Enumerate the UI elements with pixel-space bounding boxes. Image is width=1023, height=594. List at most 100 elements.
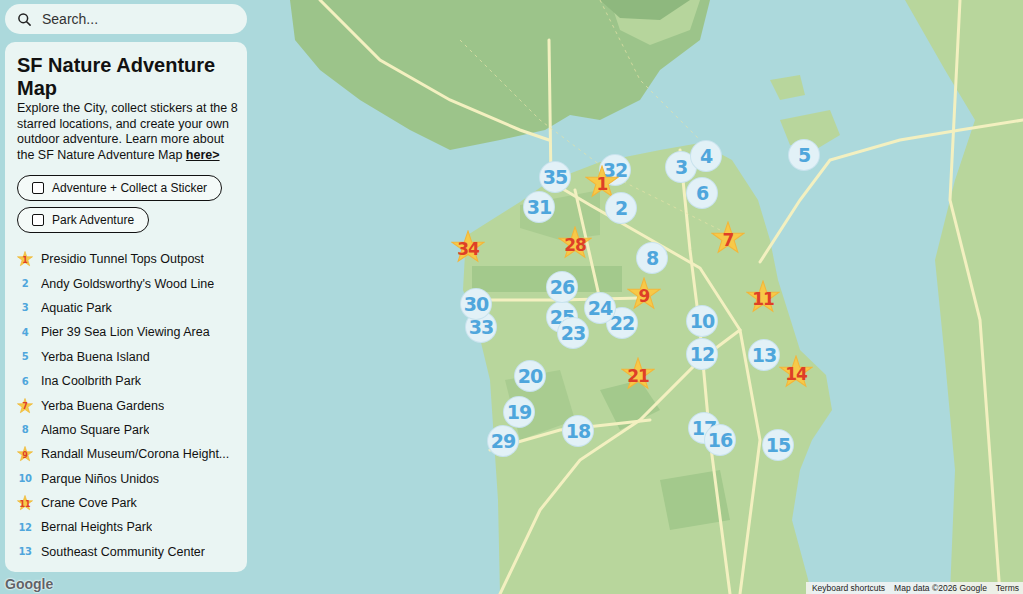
pin-label[interactable]: 13 xyxy=(749,340,779,370)
checkbox[interactable] xyxy=(32,182,44,194)
pin-label[interactable]: 26 xyxy=(547,272,577,302)
map-pin[interactable]: 19 xyxy=(504,397,534,427)
learn-more-link[interactable]: here> xyxy=(186,148,220,162)
pin-label[interactable]: 15 xyxy=(763,430,793,460)
pin-label[interactable]: 31 xyxy=(524,192,554,222)
location-name: Yerba Buena Island xyxy=(41,350,150,364)
map-pin[interactable]: 26 xyxy=(547,272,577,302)
map-pin[interactable]: 23 xyxy=(558,318,588,348)
pin-label[interactable]: 20 xyxy=(515,361,545,391)
map-pin[interactable]: 12 xyxy=(687,339,717,369)
star-pin[interactable]: 21 xyxy=(621,357,655,391)
map-pin[interactable]: 18 xyxy=(563,416,593,446)
star-pin[interactable]: 11 xyxy=(746,280,780,314)
checkbox[interactable] xyxy=(32,214,44,226)
number-icon: 4 xyxy=(17,324,33,340)
pin-label[interactable]: 10 xyxy=(687,306,717,336)
left-column: SF Nature Adventure MapExplore the City,… xyxy=(5,4,247,572)
number-icon: 6 xyxy=(17,373,33,389)
pin-label: 14 xyxy=(785,364,807,384)
map-pin[interactable]: 29 xyxy=(488,426,518,456)
pin-label[interactable]: 29 xyxy=(488,426,518,456)
map-pin[interactable]: 8 xyxy=(637,243,667,273)
location-item[interactable]: 11Crane Cove Park xyxy=(17,491,239,515)
map-pin[interactable]: 13 xyxy=(749,340,779,370)
star-map-pin[interactable]: 9 xyxy=(627,277,661,311)
pin-label[interactable]: 12 xyxy=(687,339,717,369)
pin-label[interactable]: 23 xyxy=(558,318,588,348)
location-item[interactable]: 7Yerba Buena Gardens xyxy=(17,393,239,417)
location-name: Alamo Square Park xyxy=(41,423,149,437)
item-number: 6 xyxy=(22,376,28,387)
map-pin[interactable]: 10 xyxy=(687,306,717,336)
map-pin[interactable]: 31 xyxy=(524,192,554,222)
map-pin[interactable]: 35 xyxy=(540,162,570,192)
location-item[interactable]: 6Ina Coolbrith Park xyxy=(17,369,239,393)
map-pin[interactable]: 2 xyxy=(606,193,636,223)
star-pin[interactable]: 28 xyxy=(558,226,592,260)
star-map-pin[interactable]: 14 xyxy=(779,355,813,389)
pin-label[interactable]: 2 xyxy=(606,193,636,223)
map-pin[interactable]: 20 xyxy=(515,361,545,391)
star-map-pin[interactable]: 11 xyxy=(746,280,780,314)
pin-label[interactable]: 16 xyxy=(705,425,735,455)
pin-label[interactable]: 19 xyxy=(504,397,534,427)
pin-label[interactable]: 4 xyxy=(691,141,721,171)
star-pin[interactable]: 34 xyxy=(451,230,485,264)
pin-label: 28 xyxy=(564,235,586,255)
sidebar-panel: SF Nature Adventure MapExplore the City,… xyxy=(5,42,247,572)
number-icon: 3 xyxy=(17,300,33,316)
map-pin[interactable]: 6 xyxy=(687,178,717,208)
location-item[interactable]: 3Aquatic Park xyxy=(17,296,239,320)
location-item[interactable]: 12 Bernal Heights Park xyxy=(17,515,239,539)
location-item[interactable]: 4 Pier 39 Sea Lion Viewing Area xyxy=(17,320,239,344)
filter-button[interactable]: Park Adventure xyxy=(17,207,149,233)
item-number: 8 xyxy=(22,424,28,435)
map-pin[interactable]: 4 xyxy=(691,141,721,171)
star-map-pin[interactable]: 34 xyxy=(451,230,485,264)
star-pin[interactable]: 7 xyxy=(711,221,745,255)
location-item[interactable]: 8 Alamo Square Park xyxy=(17,418,239,442)
star-map-pin[interactable]: 28 xyxy=(558,226,592,260)
map-pin[interactable]: 16 xyxy=(705,425,735,455)
number-icon: 13 xyxy=(17,544,33,560)
star-icon: 7 xyxy=(17,398,33,414)
star-map-pin[interactable]: 21 xyxy=(621,357,655,391)
item-number: 3 xyxy=(22,302,28,313)
location-item[interactable]: 9Randall Museum/Corona Height... xyxy=(17,442,239,466)
pin-label[interactable]: 18 xyxy=(563,416,593,446)
item-number: 5 xyxy=(22,351,28,362)
location-name: Presidio Tunnel Tops Outpost xyxy=(41,252,204,266)
attribution-link[interactable]: Map data ©2026 Google xyxy=(894,583,987,593)
item-number: 11 xyxy=(19,500,30,509)
search-box[interactable] xyxy=(5,4,247,34)
map-pin[interactable]: 30 xyxy=(461,289,491,319)
attribution-link[interactable]: Terms xyxy=(996,583,1019,593)
pin-label[interactable]: 8 xyxy=(637,243,667,273)
location-item[interactable]: 5 Yerba Buena Island xyxy=(17,345,239,369)
pin-label[interactable]: 6 xyxy=(687,178,717,208)
location-list: 1Presidio Tunnel Tops Outpost2Andy Golds… xyxy=(17,247,239,564)
star-pin[interactable]: 14 xyxy=(779,355,813,389)
location-item[interactable]: 10Parque Niños Unidos xyxy=(17,467,239,491)
star-map-pin[interactable]: 7 xyxy=(711,221,745,255)
location-name: Bernal Heights Park xyxy=(41,520,152,534)
search-input[interactable] xyxy=(40,10,235,28)
star-icon: 11 xyxy=(17,495,33,511)
pin-label[interactable]: 30 xyxy=(461,289,491,319)
pin-label[interactable]: 5 xyxy=(789,140,819,170)
star-pin[interactable]: 9 xyxy=(627,277,661,311)
location-item[interactable]: 2Andy Goldsworthy's Wood Line xyxy=(17,271,239,295)
location-item[interactable]: 13Southeast Community Center xyxy=(17,540,239,564)
number-icon: 12 xyxy=(17,519,33,535)
location-item[interactable]: 1Presidio Tunnel Tops Outpost xyxy=(17,247,239,271)
filter-button[interactable]: Adventure + Collect a Sticker xyxy=(17,175,222,201)
location-name: Pier 39 Sea Lion Viewing Area xyxy=(41,325,210,339)
map-pin[interactable]: 24 xyxy=(585,293,615,323)
number-icon: 10 xyxy=(17,471,33,487)
attribution-link[interactable]: Keyboard shortcuts xyxy=(812,583,885,593)
pin-label[interactable]: 35 xyxy=(540,162,570,192)
pin-label[interactable]: 24 xyxy=(585,293,615,323)
map-pin[interactable]: 15 xyxy=(763,430,793,460)
map-pin[interactable]: 5 xyxy=(789,140,819,170)
